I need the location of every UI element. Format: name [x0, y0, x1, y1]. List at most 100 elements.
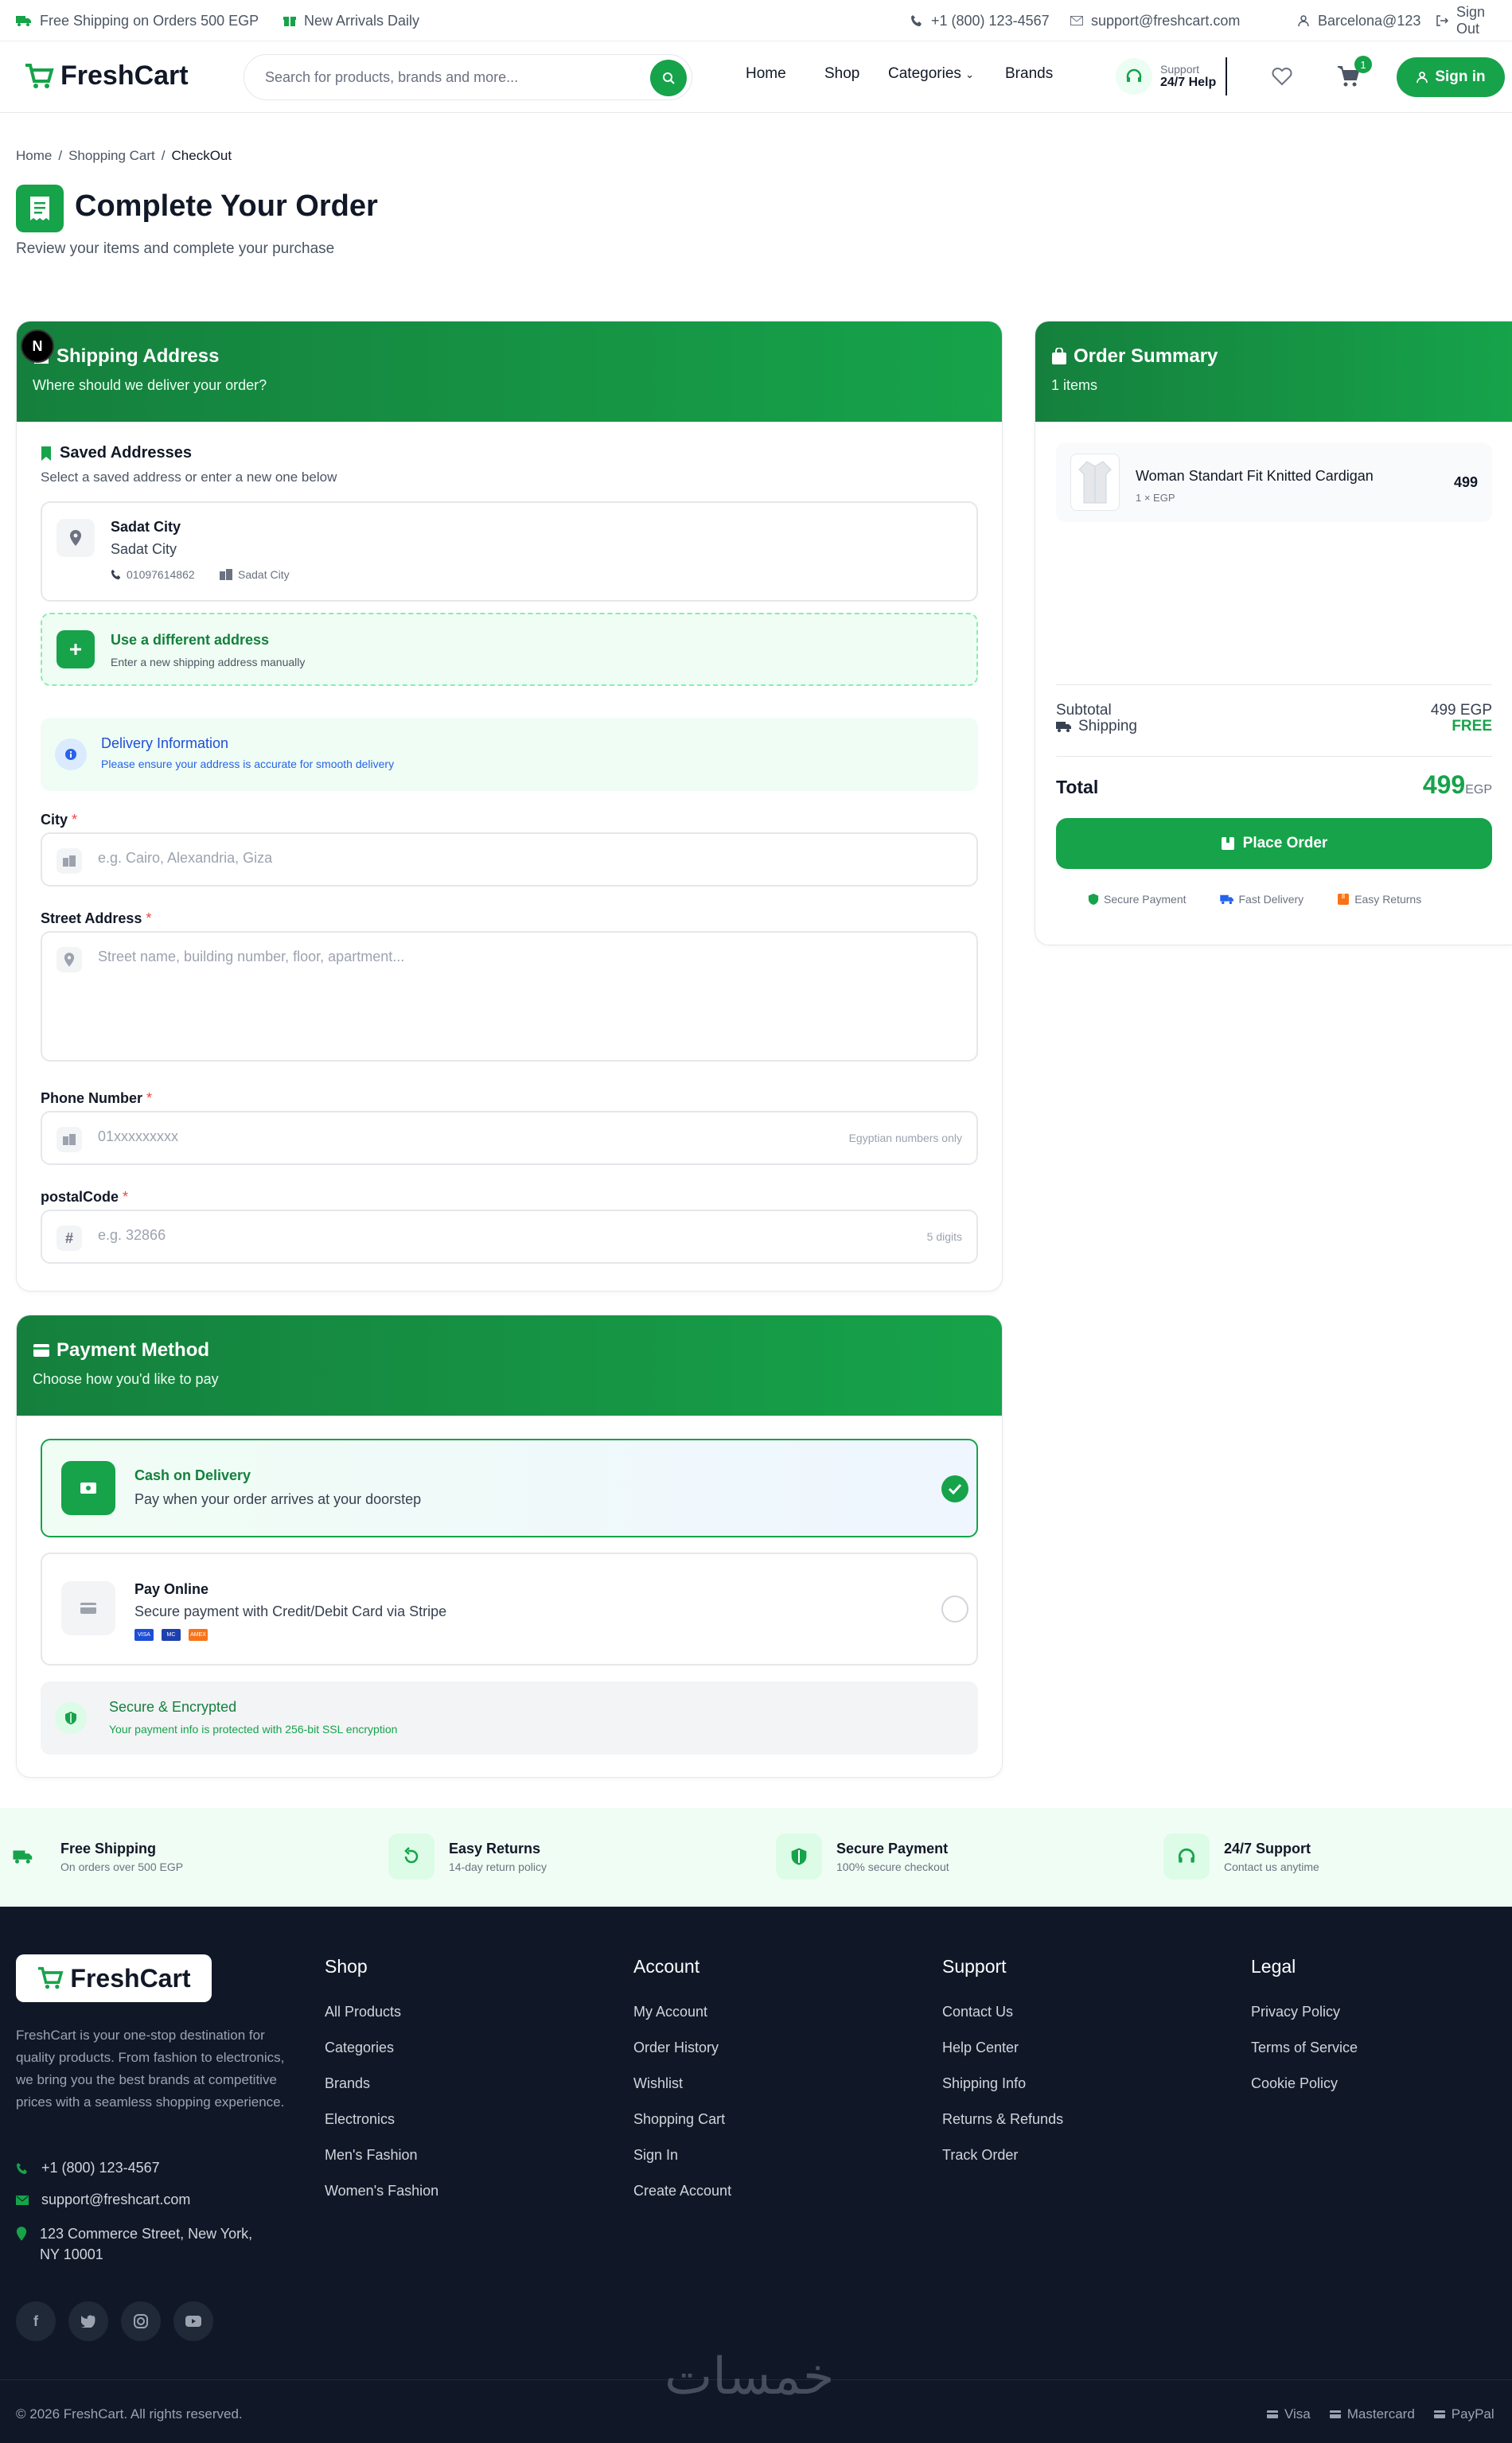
nav-home[interactable]: Home: [746, 65, 786, 83]
next-dev-badge-icon[interactable]: N: [21, 329, 54, 363]
footer-link[interactable]: Shopping Cart: [633, 2111, 725, 2128]
delivery-info-box: Delivery Information Please ensure your …: [41, 718, 978, 791]
footer-link[interactable]: Wishlist: [633, 2075, 683, 2092]
use-different-address-option[interactable]: Use a different address Enter a new ship…: [41, 613, 978, 686]
footer-link[interactable]: Women's Fashion: [325, 2183, 438, 2199]
shield-icon: [1088, 893, 1099, 906]
rotate-icon: [388, 1833, 435, 1880]
footer-phone[interactable]: +1 (800) 123-4567: [16, 2160, 160, 2176]
footer-link[interactable]: Track Order: [942, 2147, 1018, 2164]
footer-link[interactable]: All Products: [325, 2004, 401, 2020]
footer-link[interactable]: Contact Us: [942, 2004, 1013, 2020]
support-block[interactable]: Support 24/7 Help: [1116, 56, 1216, 97]
divider: [1056, 756, 1492, 757]
city-input[interactable]: [98, 850, 814, 867]
saved-address-option[interactable]: Sadat City Sadat City 01097614862 Sadat …: [41, 501, 978, 602]
saved-address-phone: 01097614862: [111, 568, 195, 581]
footer-link[interactable]: Cookie Policy: [1251, 2075, 1338, 2092]
info-icon: [55, 738, 87, 770]
breadcrumb-cart[interactable]: Shopping Cart: [68, 148, 155, 164]
footer-about: FreshCart is your one-stop destination f…: [16, 2028, 285, 2110]
place-order-button[interactable]: Place Order: [1056, 818, 1492, 869]
street-input[interactable]: [98, 949, 814, 1044]
phone-icon: [910, 14, 923, 27]
item-qty: 1 × EGP: [1136, 492, 1175, 504]
phone-icon: [16, 2162, 29, 2175]
pay-online-radio[interactable]: [941, 1596, 968, 1623]
topbar-user[interactable]: Barcelona@123: [1297, 0, 1420, 41]
footer-logo-text: FreshCart: [70, 1963, 191, 1993]
support-label: Support: [1160, 63, 1200, 76]
youtube-icon[interactable]: [173, 2301, 213, 2341]
footer-address-text: 123 Commerce Street, New York, NY 10001: [40, 2226, 253, 2262]
box-icon: [1337, 893, 1350, 906]
pay-online-subtitle: Secure payment with Credit/Debit Card vi…: [134, 1603, 447, 1619]
breadcrumb-home[interactable]: Home: [16, 148, 52, 164]
credit-card-icon: [61, 1581, 115, 1635]
sign-out-text: Sign Out: [1456, 4, 1486, 37]
topbar-phone[interactable]: +1 (800) 123-4567: [910, 0, 1050, 41]
search-button[interactable]: [650, 60, 687, 96]
footer-link[interactable]: Privacy Policy: [1251, 2004, 1340, 2020]
postal-hint: 5 digits: [926, 1230, 962, 1243]
sign-in-button[interactable]: Sign in: [1397, 57, 1505, 97]
logo[interactable]: FreshCart: [24, 60, 189, 92]
footer-link[interactable]: Returns & Refunds: [942, 2111, 1063, 2128]
footer-link[interactable]: Help Center: [942, 2040, 1019, 2056]
nav-brands[interactable]: Brands: [1005, 65, 1053, 83]
search-icon: [662, 72, 675, 84]
topbar-phone-text: +1 (800) 123-4567: [931, 12, 1050, 29]
sign-out-link[interactable]: Sign Out: [1436, 0, 1512, 41]
user-icon: [1297, 14, 1310, 27]
footer-link[interactable]: Shipping Info: [942, 2075, 1026, 2092]
pay-method-visa: Visa: [1284, 2406, 1311, 2422]
shipping-card-header: Shipping Address Where should we deliver…: [17, 321, 1002, 422]
search-input[interactable]: [265, 64, 631, 90]
shopping-bag-icon: [1051, 348, 1067, 365]
saved-address-line: Sadat City: [111, 541, 177, 557]
footer-link[interactable]: Create Account: [633, 2183, 731, 2199]
phone-icon: [57, 1127, 82, 1152]
page-subtitle: Review your items and complete your purc…: [16, 240, 335, 257]
saved-addresses-heading: Saved Addresses: [41, 444, 192, 462]
footer-link[interactable]: Men's Fashion: [325, 2147, 418, 2164]
instagram-icon[interactable]: [121, 2301, 161, 2341]
pay-online-option[interactable]: Pay Online Secure payment with Credit/De…: [41, 1553, 978, 1666]
twitter-icon[interactable]: [68, 2301, 108, 2341]
subtotal-value: 499 EGP: [1430, 702, 1492, 719]
footer-email[interactable]: support@freshcart.com: [16, 2192, 190, 2208]
pay-method-paypal: PayPal: [1451, 2406, 1494, 2422]
footer-link[interactable]: Sign In: [633, 2147, 678, 2164]
footer-col-title-account: Account: [633, 1956, 700, 1977]
topbar-email[interactable]: support@freshcart.com: [1070, 0, 1240, 41]
footer-link[interactable]: My Account: [633, 2004, 707, 2020]
footer-logo[interactable]: FreshCart: [16, 1954, 212, 2002]
feature-subtitle: On orders over 500 EGP: [60, 1860, 184, 1873]
feature-easy-returns: Easy Returns 14-day return policy: [388, 1833, 547, 1880]
phone-input[interactable]: [98, 1128, 814, 1145]
heart-icon[interactable]: [1272, 67, 1292, 86]
secure-subtitle: Your payment info is protected with 256-…: [109, 1723, 398, 1736]
footer-link[interactable]: Categories: [325, 2040, 394, 2056]
facebook-icon[interactable]: f: [16, 2301, 56, 2341]
footer-link[interactable]: Order History: [633, 2040, 719, 2056]
footer-link[interactable]: Electronics: [325, 2111, 395, 2128]
footer-link[interactable]: Terms of Service: [1251, 2040, 1358, 2056]
shipping-value: FREE: [1452, 718, 1492, 734]
breadcrumb-separator: /: [161, 148, 166, 163]
postal-input[interactable]: [98, 1227, 814, 1244]
nav-shop[interactable]: Shop: [824, 65, 859, 83]
card-brand-logos: VISA MC AMEX: [134, 1629, 208, 1641]
truck-icon: [16, 14, 32, 27]
summary-title: Order Summary: [1074, 345, 1218, 367]
subtotal-row: Subtotal 499 EGP: [1056, 684, 1492, 719]
saved-address-city: Sadat City: [219, 568, 290, 581]
street-field: [41, 931, 978, 1062]
city-label: City *: [41, 812, 77, 828]
copyright-text: © 2026 FreshCart. All rights reserved.: [16, 2406, 243, 2422]
different-address-subtitle: Enter a new shipping address manually: [111, 656, 306, 668]
footer-link[interactable]: Brands: [325, 2075, 370, 2092]
visa-icon: VISA: [134, 1629, 154, 1641]
cash-on-delivery-option[interactable]: Cash on Delivery Pay when your order arr…: [41, 1439, 978, 1537]
nav-categories[interactable]: Categories ⌄: [888, 65, 974, 83]
